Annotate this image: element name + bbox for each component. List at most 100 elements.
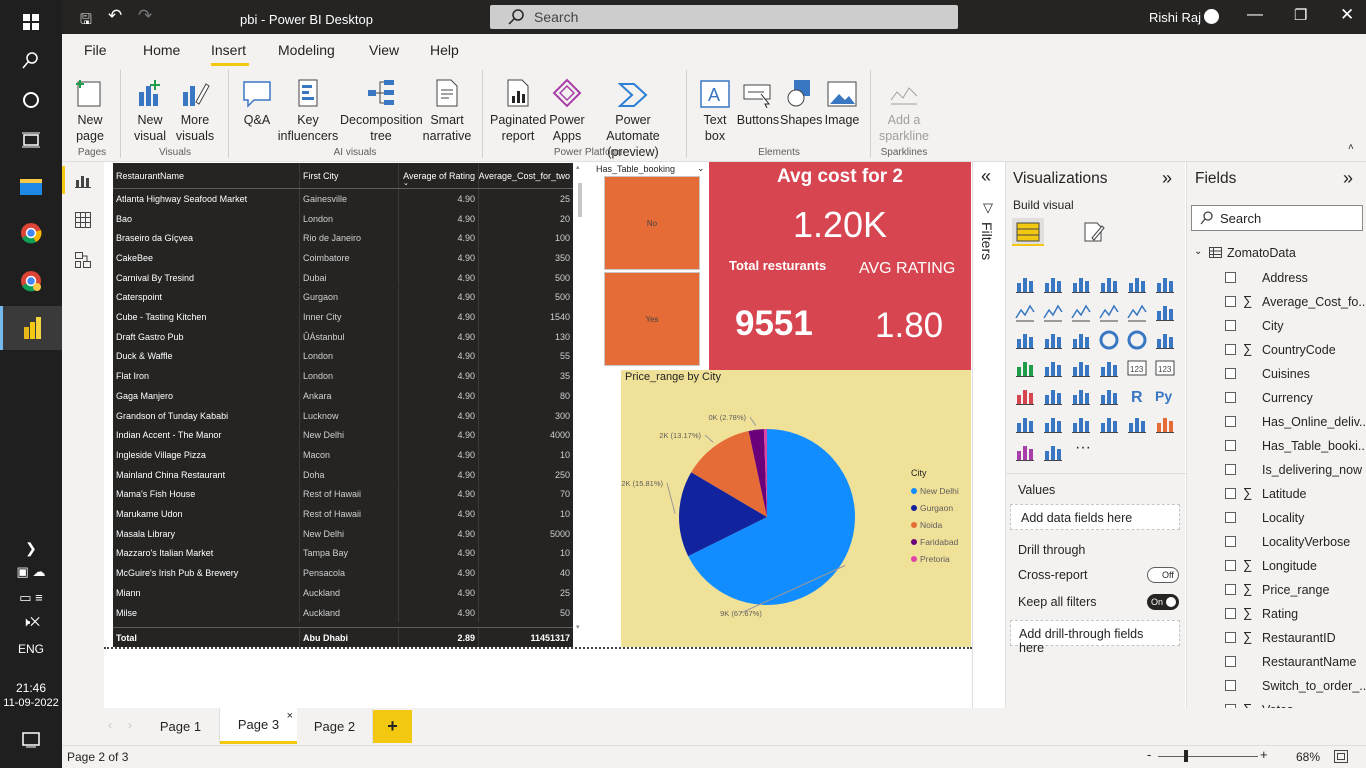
table-row[interactable]: Atlanta Highway Seafood Market Gainesvill… [113,189,573,209]
table-row[interactable]: Draft Gastro Pub ÛÁstanbul 4.90 130 [113,326,573,347]
smart-narrative-button[interactable]: Smart narrative [422,72,472,144]
collapse-ribbon-icon[interactable]: ˄ [1348,142,1354,153]
paginated-visual-icon[interactable] [1127,414,1147,434]
shapes-button[interactable]: Shapes [780,72,822,128]
clustered-column-chart-icon[interactable] [1099,274,1119,294]
collapse-viz-icon[interactable]: » [1162,168,1172,189]
table-row[interactable]: CakeBee Coimbatore 4.90 350 [113,248,573,268]
field-item[interactable]: Has_Online_deliv... [1262,412,1366,432]
column-header-first-city[interactable]: First City [299,163,398,188]
slicer-icon[interactable] [1043,386,1063,406]
table-row[interactable]: Grandson of Tunday Kababi Lucknow 4.90 300 [113,405,573,426]
drill-through-drop-zone[interactable]: Add drill-through fields here [1010,620,1180,655]
field-checkbox[interactable] [1225,416,1236,427]
menu-home[interactable]: Home [143,42,180,58]
slicer-dropdown-icon[interactable]: ⌄ [697,163,705,174]
field-checkbox[interactable] [1225,464,1236,475]
more-visuals-button[interactable]: More visuals [170,72,220,144]
field-checkbox[interactable] [1225,560,1236,571]
menu-modeling[interactable]: Modeling [278,42,335,58]
scatter-chart-icon[interactable] [1071,330,1091,350]
task-view-icon[interactable] [0,118,62,162]
field-checkbox[interactable] [1225,344,1236,355]
decomposition-tree-icon[interactable] [1043,414,1063,434]
clustered-bar-chart-icon[interactable] [1071,274,1091,294]
cross-report-toggle[interactable]: Off [1147,567,1179,583]
tab-page-3[interactable]: Page 3 × [220,708,297,744]
zoom-in-icon[interactable]: + [1260,747,1268,762]
table-row[interactable]: Masala Library New Delhi 4.90 5000 [113,523,573,544]
qa-visual-icon[interactable] [1071,414,1091,434]
field-checkbox[interactable] [1225,584,1236,595]
column-header-restaurant-name[interactable]: RestaurantName [113,163,299,188]
legend-item[interactable]: New Delhi [911,482,959,499]
add-page-button[interactable]: + [373,710,412,743]
legend-item[interactable]: Pretoria [911,550,959,567]
field-checkbox[interactable] [1225,608,1236,619]
ribbon-chart-icon[interactable] [1155,302,1175,322]
new-visual-button[interactable]: New visual [132,72,168,144]
scroll-down-icon[interactable]: ▾ [576,623,580,631]
tab-page-2[interactable]: Page 2 [297,708,373,744]
field-item[interactable]: Currency [1262,388,1313,408]
tab-page-1[interactable]: Page 1 [142,708,220,744]
field-checkbox[interactable] [1225,488,1236,499]
field-checkbox[interactable] [1225,368,1236,379]
stacked-bar-chart-icon[interactable] [1015,274,1035,294]
field-item[interactable]: Address [1262,268,1308,288]
table-row[interactable]: Marukame Udon Rest of Hawaii 4.90 10 [113,504,573,524]
waterfall-chart-icon[interactable] [1015,330,1035,350]
format-visual-icon[interactable] [1082,220,1106,244]
close-icon[interactable]: ✕ [1340,5,1354,25]
table-row[interactable]: Indian Accent - The Manor New Delhi 4.90 40… [113,425,573,446]
paginated-report-button[interactable]: Paginated report [490,72,546,144]
stacked-area-chart-icon[interactable] [1071,302,1091,322]
field-item[interactable]: CountryCode [1262,340,1336,360]
table-visual-type-icon[interactable] [1071,386,1091,406]
zoom-slider[interactable] [1158,756,1258,757]
cortana-icon[interactable] [0,78,62,122]
kpi-cards[interactable]: Avg cost for 2 1.20K Total resturants 95… [709,162,971,370]
filled-map-icon[interactable] [1043,358,1063,378]
chrome-profile-icon[interactable] [0,259,62,303]
restore-icon[interactable]: ❐ [1294,6,1307,24]
save-icon[interactable]: 🖫 [80,9,92,33]
100-stacked-bar-chart-icon[interactable] [1127,274,1147,294]
legend-item[interactable]: Faridabad [911,533,959,550]
donut-chart-icon[interactable] [1127,330,1147,350]
field-item[interactable]: Is_delivering_now [1262,460,1362,480]
legend-item[interactable]: Noida [911,516,959,533]
keep-all-filters-toggle[interactable]: On [1147,594,1179,610]
search-box[interactable]: Search [490,5,958,29]
key-influencers-button[interactable]: Key influencers [276,72,340,144]
prev-page-icon[interactable]: ‹ [108,718,112,732]
field-checkbox[interactable] [1225,392,1236,403]
scroll-up-icon[interactable]: ▴ [576,163,580,171]
user-name[interactable]: Rishi Raj [1149,10,1201,25]
collapse-fields-icon[interactable]: » [1343,168,1353,189]
smart-narrative-icon[interactable] [1099,414,1119,434]
field-item[interactable]: Switch_to_order_... [1262,676,1366,696]
slicer-option-no[interactable]: No [604,176,700,270]
values-drop-zone[interactable]: Add data fields here [1010,504,1180,530]
clock-time[interactable]: 21:46 [0,681,62,695]
decomposition-tree-button[interactable]: Decomposition tree [340,72,423,144]
field-item[interactable]: Longitude [1262,556,1317,576]
field-item[interactable]: Rating [1262,604,1298,624]
expand-filters-icon[interactable]: « [981,166,991,187]
next-page-icon[interactable]: › [128,718,132,732]
column-header-average-cost[interactable]: Average_Cost_for_two [478,163,573,188]
report-view-icon[interactable] [75,172,91,188]
100-stacked-column-chart-icon[interactable] [1155,274,1175,294]
buttons-button[interactable]: Buttons [736,72,780,128]
more-visuals-ellipsis[interactable]: ··· [1075,439,1091,457]
table-row[interactable]: Braseiro da Gíçvea Rio de Janeiro 4.90 100 [113,228,573,249]
undo-icon[interactable]: ↶ [108,6,122,26]
menu-view[interactable]: View [369,42,399,58]
new-page-button[interactable]: New page [70,72,110,144]
menu-help[interactable]: Help [430,42,459,58]
power-automate-visual-icon[interactable] [1043,442,1063,462]
field-item[interactable]: RestaurantID [1262,628,1336,648]
line-chart-icon[interactable] [1015,302,1035,322]
field-checkbox[interactable] [1225,536,1236,547]
